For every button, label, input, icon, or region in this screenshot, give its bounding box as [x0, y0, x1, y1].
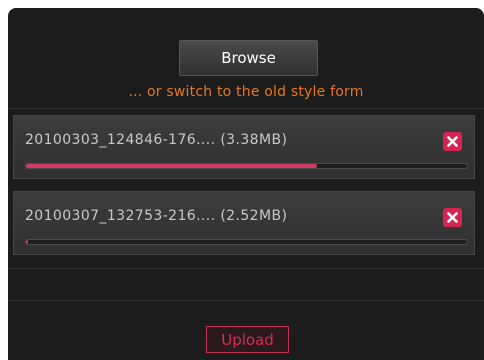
remove-file-button[interactable]	[443, 208, 462, 227]
remove-file-button[interactable]	[443, 132, 462, 151]
close-icon	[447, 136, 458, 147]
upload-progress-bar	[25, 239, 468, 245]
close-icon	[447, 212, 458, 223]
divider	[8, 300, 484, 301]
file-row: 20100307_132753-216.... (2.52MB)	[13, 191, 475, 255]
uploader-panel: Browse ... or switch to the old style fo…	[8, 8, 484, 360]
switch-to-old-form-link[interactable]: ... or switch to the old style form	[8, 84, 484, 100]
file-name: 20100303_124846-176.... (3.38MB)	[25, 132, 288, 148]
upload-button[interactable]: Upload	[206, 326, 289, 353]
upload-progress-fill	[26, 240, 29, 244]
divider	[8, 108, 484, 109]
browse-button[interactable]: Browse	[179, 40, 318, 76]
upload-progress-fill	[26, 164, 318, 168]
upload-progress-bar	[25, 163, 468, 169]
divider	[8, 268, 484, 269]
file-name: 20100307_132753-216.... (2.52MB)	[25, 208, 288, 224]
file-row: 20100303_124846-176.... (3.38MB)	[13, 115, 475, 179]
